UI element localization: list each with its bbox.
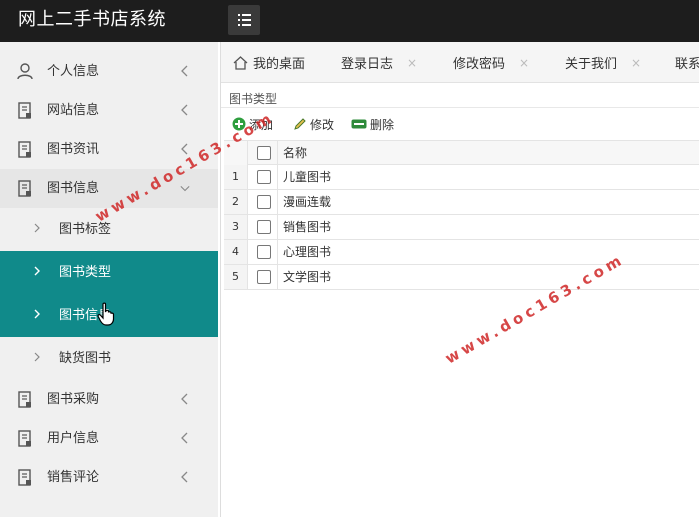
sidebar-item-label: 个人信息 [47, 64, 100, 79]
table-row[interactable]: 4 心理图书 [224, 240, 699, 265]
row-number: 3 [224, 215, 248, 239]
sidebar-item-label: 销售评论 [47, 470, 100, 485]
tab-login-log[interactable]: 登录日志 × [341, 42, 417, 83]
chevron-right-icon [34, 352, 40, 362]
tab-label: 修改密码 [453, 57, 506, 72]
sidebar-item-label: 网站信息 [47, 103, 100, 118]
grid-header-row: 名称 [224, 140, 699, 165]
document-icon [18, 391, 31, 408]
select-all-checkbox[interactable] [257, 146, 271, 160]
table-row[interactable]: 2 漫画连载 [224, 190, 699, 215]
menu-toggle-button[interactable] [228, 5, 260, 35]
sidebar-item-label: 图书资讯 [47, 142, 100, 157]
cell-name: 漫画连载 [283, 195, 332, 209]
row-checkbox[interactable] [257, 245, 271, 259]
row-number: 5 [224, 265, 248, 289]
sidebar-item-label: 图书信息 [47, 181, 100, 196]
cell-name: 儿童图书 [283, 170, 332, 184]
row-checkbox[interactable] [257, 195, 271, 209]
panel-title: 图书类型 [229, 92, 278, 106]
main-content: 我的桌面 登录日志 × 修改密码 × 关于我们 × 联系 图书类型 添加 修改 … [220, 42, 699, 517]
document-icon [18, 141, 31, 158]
table-row[interactable]: 5 文学图书 [224, 265, 699, 290]
document-icon [18, 180, 31, 197]
tab-bar: 我的桌面 登录日志 × 修改密码 × 关于我们 × 联系 [221, 42, 699, 83]
toolbar: 添加 修改 删除 [221, 112, 699, 136]
chevron-down-icon [180, 185, 190, 192]
cell-name: 心理图书 [283, 245, 332, 259]
tab-label: 联系 [675, 57, 699, 72]
chevron-left-icon [181, 432, 188, 444]
sidebar-subitem-label: 图书类型 [59, 265, 112, 280]
close-icon[interactable]: × [519, 56, 529, 70]
hand-pointer-cursor-icon [97, 302, 115, 326]
delete-button[interactable]: 删除 [351, 114, 394, 134]
chevron-right-icon [34, 309, 40, 319]
tab-contact[interactable]: 联系 [675, 42, 699, 83]
top-bar: 网上二手书店系统 [0, 0, 699, 42]
chevron-left-icon [181, 471, 188, 483]
row-number: 4 [224, 240, 248, 264]
chevron-left-icon [181, 393, 188, 405]
chevron-left-icon [181, 65, 188, 77]
cell-name: 销售图书 [283, 220, 332, 234]
sidebar-item-label: 用户信息 [47, 431, 100, 446]
app-title: 网上二手书店系统 [18, 9, 166, 30]
row-checkbox[interactable] [257, 170, 271, 184]
sidebar-item-personal-info[interactable]: 个人信息 [0, 52, 218, 91]
sidebar-item-user-info[interactable]: 用户信息 [0, 419, 218, 458]
sidebar-subitem-label: 缺货图书 [59, 351, 112, 366]
row-checkbox[interactable] [257, 220, 271, 234]
document-icon [18, 469, 31, 486]
document-icon [18, 430, 31, 447]
close-icon[interactable]: × [631, 56, 641, 70]
tab-label: 关于我们 [565, 57, 618, 72]
row-checkbox[interactable] [257, 270, 271, 284]
chevron-right-icon [34, 266, 40, 276]
table-row[interactable]: 3 销售图书 [224, 215, 699, 240]
chevron-right-icon [34, 223, 40, 233]
row-number: 1 [224, 165, 248, 189]
tab-change-password[interactable]: 修改密码 × [453, 42, 529, 83]
sidebar-item-site-info[interactable]: 网站信息 [0, 91, 218, 130]
sidebar-subitem-out-of-stock[interactable]: 缺货图书 [0, 337, 218, 380]
sidebar: 个人信息 网站信息 图书资讯 图书信息 图书标签 图书类型 图书信息 缺货图书 … [0, 42, 218, 517]
menu-icon [237, 14, 251, 16]
tab-my-desktop[interactable]: 我的桌面 [233, 42, 305, 83]
data-grid: 名称 1 儿童图书 2 漫画连载 3 销售图书 4 心理图书 5 文学图书 [224, 140, 699, 290]
edit-button[interactable]: 修改 [293, 114, 334, 134]
sidebar-subitem-book-types[interactable]: 图书类型 [0, 251, 218, 294]
chevron-left-icon [181, 104, 188, 116]
sidebar-item-book-purchase[interactable]: 图书采购 [0, 380, 218, 419]
minus-icon [351, 119, 367, 129]
home-icon [233, 55, 248, 70]
close-icon[interactable]: × [407, 56, 417, 70]
pencil-icon [294, 118, 306, 130]
tab-about-us[interactable]: 关于我们 × [565, 42, 641, 83]
row-number: 2 [224, 190, 248, 214]
tab-label: 我的桌面 [253, 57, 306, 72]
cell-name: 文学图书 [283, 270, 332, 284]
document-icon [18, 102, 31, 119]
column-header-name[interactable]: 名称 [283, 145, 307, 161]
table-row[interactable]: 1 儿童图书 [224, 165, 699, 190]
sidebar-item-sales-reviews[interactable]: 销售评论 [0, 458, 218, 497]
sidebar-item-label: 图书采购 [47, 392, 100, 407]
tab-label: 登录日志 [341, 57, 394, 72]
person-icon [17, 63, 33, 80]
